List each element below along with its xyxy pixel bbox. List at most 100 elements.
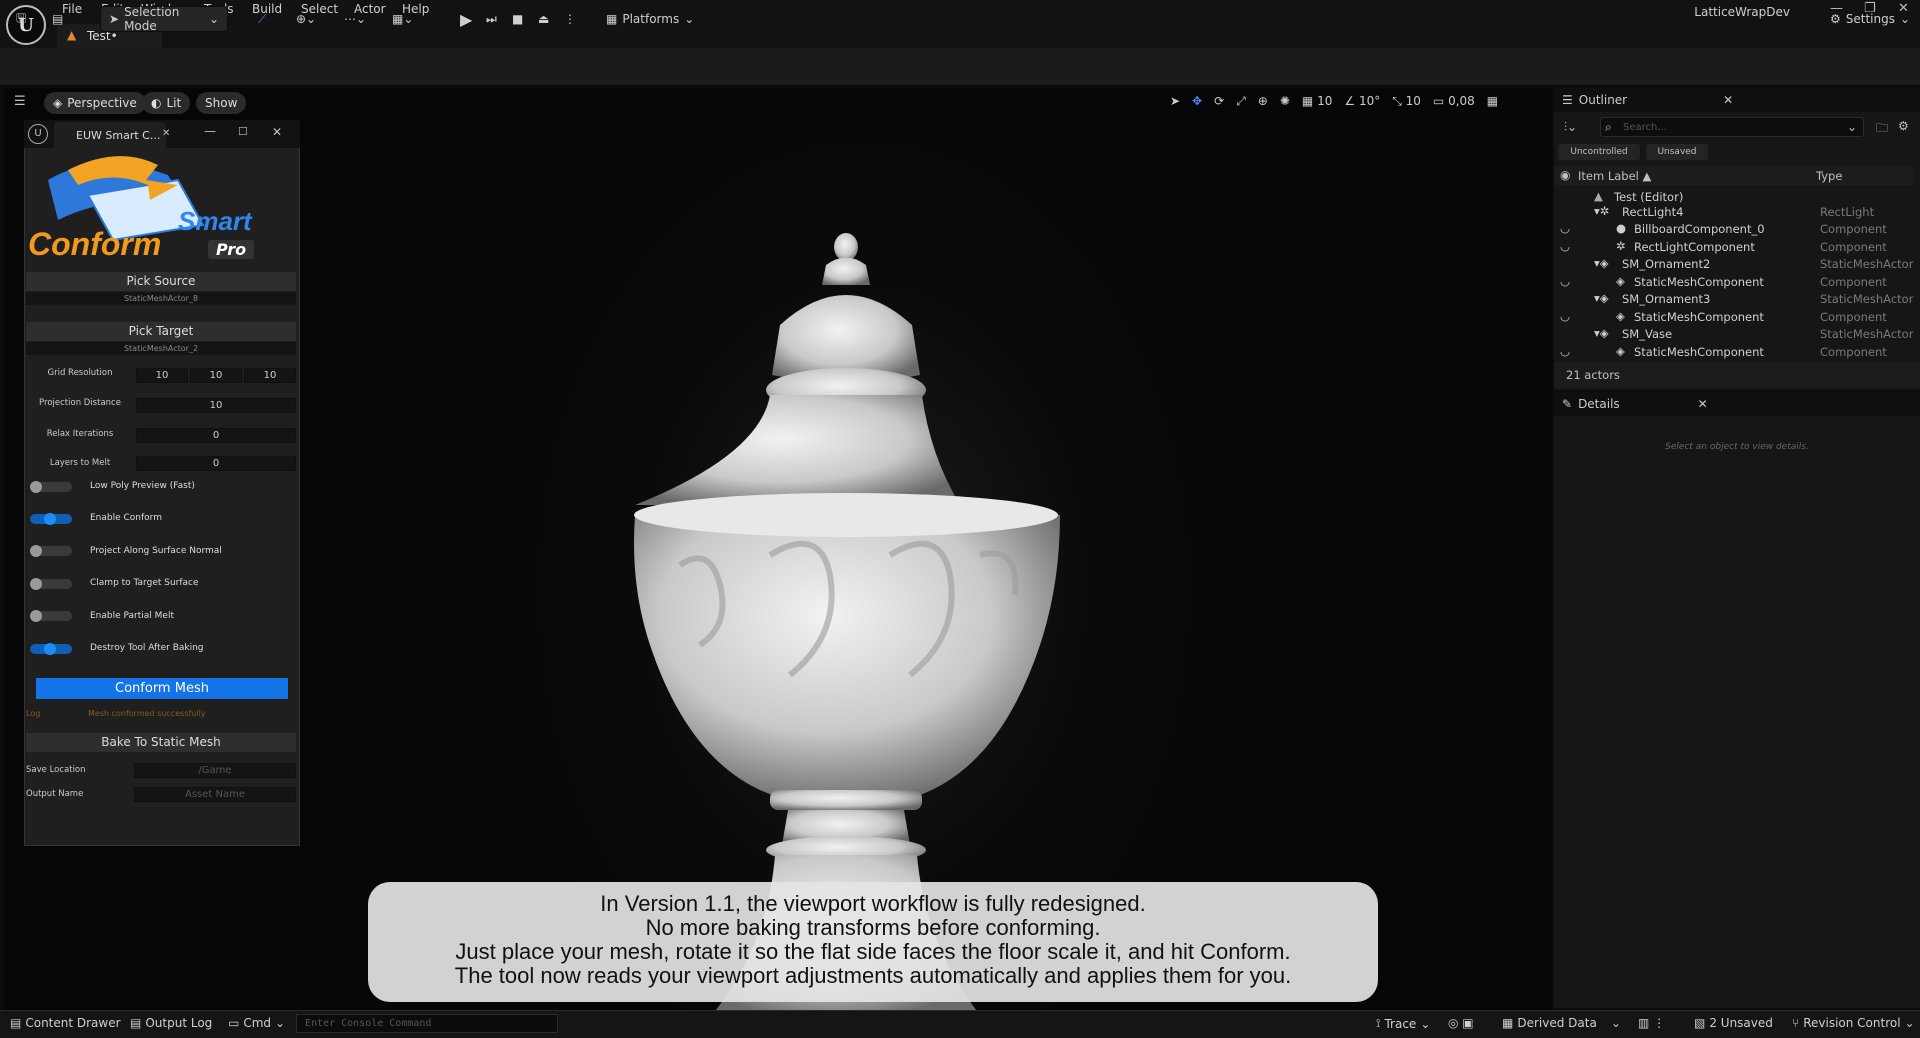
- settings-button[interactable]: ⚙ Settings ⌄: [1830, 6, 1910, 32]
- more-options-icon[interactable]: ⋮: [564, 6, 576, 32]
- outliner-row[interactable]: ◡ ◈ StaticMeshComponent Component: [1554, 343, 1914, 360]
- eye-icon[interactable]: ◡: [1560, 239, 1570, 253]
- eye-icon[interactable]: ◡: [1560, 274, 1570, 288]
- camera-speed-icon[interactable]: ▭ 0,08: [1433, 94, 1475, 109]
- expand-icon[interactable]: ▾◈: [1594, 291, 1609, 305]
- expand-icon[interactable]: ▾◈: [1594, 326, 1609, 340]
- chevron-down-icon: ⌄: [684, 12, 695, 26]
- row-type: StaticMeshActor: [1820, 327, 1914, 341]
- close-icon[interactable]: ✕: [1723, 93, 1733, 107]
- clamp-target-toggle[interactable]: [30, 578, 72, 590]
- unreal-logo-icon: U: [28, 124, 48, 144]
- content-drawer-button[interactable]: ▤ Content Drawer: [10, 1016, 121, 1030]
- destroy-tool-toggle[interactable]: [30, 643, 72, 655]
- trace-dropdown[interactable]: ⟟ Trace ⌄: [1376, 1016, 1430, 1031]
- cmd-dropdown[interactable]: ▭ Cmd ⌄: [228, 1016, 285, 1030]
- selection-mode-dropdown[interactable]: ➤ Selection Mode ⌄: [100, 5, 228, 33]
- revision-control-button[interactable]: ⑂ Revision Control ⌄: [1792, 1016, 1915, 1030]
- add-actor-icon[interactable]: ⊕⌄: [296, 6, 316, 32]
- unsaved-button[interactable]: ▧ 2 Unsaved: [1694, 1016, 1773, 1030]
- filter-icon[interactable]: ⫶⌄: [1564, 120, 1577, 135]
- menu-file[interactable]: File: [62, 2, 82, 16]
- grid-x-field[interactable]: 10: [136, 368, 188, 383]
- menu-build[interactable]: Build: [252, 2, 282, 16]
- gear-icon[interactable]: ⚙: [1898, 119, 1909, 133]
- pick-target-button[interactable]: Pick Target: [26, 322, 296, 341]
- enable-conform-toggle[interactable]: [30, 513, 72, 525]
- close-icon[interactable]: ✕: [272, 125, 282, 139]
- project-name: LatticeWrapDev: [1694, 5, 1790, 19]
- output-log-button[interactable]: ▤ Output Log: [130, 1016, 212, 1030]
- outliner-row[interactable]: ▾◈ SM_Ornament3 StaticMeshActor: [1554, 290, 1914, 307]
- cinematics-icon[interactable]: ▦⌄: [392, 6, 413, 32]
- expand-icon[interactable]: ▾✲: [1594, 204, 1609, 218]
- rotation-snap-icon[interactable]: ∠ 10°: [1344, 94, 1380, 109]
- scale-snap-icon[interactable]: ⤡ 10: [1392, 94, 1421, 109]
- add-folder-icon[interactable]: 🗀: [1876, 119, 1888, 140]
- eye-icon[interactable]: ◡: [1560, 309, 1570, 323]
- grid-y-field[interactable]: 10: [190, 368, 242, 383]
- derived-data-dropdown[interactable]: ▦ Derived Data ⌄: [1502, 1016, 1621, 1030]
- projection-distance-field[interactable]: 10: [136, 398, 296, 413]
- conform-mesh-button[interactable]: Conform Mesh: [36, 678, 288, 699]
- bake-static-mesh-button[interactable]: Bake To Static Mesh: [26, 733, 296, 752]
- layers-to-melt-field[interactable]: 0: [136, 456, 296, 471]
- platforms-dropdown[interactable]: ▦ Platforms ⌄: [606, 6, 694, 32]
- stats-icon[interactable]: ▥ ⋮: [1638, 1016, 1665, 1030]
- expand-icon[interactable]: ▾◈: [1594, 256, 1609, 270]
- output-name-field[interactable]: Asset Name: [134, 787, 296, 802]
- perspective-button[interactable]: ◈ Perspective: [44, 92, 146, 114]
- eject-icon[interactable]: ⏏: [538, 6, 549, 32]
- save-icon[interactable]: 🖫: [16, 6, 26, 32]
- move-icon[interactable]: ✥: [1192, 94, 1202, 109]
- save-location-field[interactable]: /Game: [134, 763, 296, 778]
- close-tab-icon[interactable]: ✕: [162, 128, 170, 139]
- step-icon[interactable]: ⏭: [486, 6, 497, 32]
- eye-icon[interactable]: ◡: [1560, 344, 1570, 358]
- unsaved-chip[interactable]: Unsaved: [1646, 144, 1708, 160]
- outliner-row[interactable]: ◡ ◈ StaticMeshComponent Component: [1554, 308, 1914, 325]
- modeling-icon[interactable]: ⟋: [258, 6, 266, 32]
- perspective-label: Perspective: [67, 96, 137, 110]
- row-type: Component: [1820, 222, 1887, 236]
- maximize-icon[interactable]: ☐: [238, 125, 248, 138]
- relax-iterations-field[interactable]: 0: [136, 428, 296, 443]
- hamburger-icon[interactable]: ☰: [14, 94, 26, 109]
- uncontrolled-chip[interactable]: Uncontrolled: [1558, 144, 1640, 160]
- chevron-down-icon: ⌄: [208, 12, 219, 26]
- lit-button[interactable]: ◐ Lit: [142, 92, 191, 114]
- rotate-icon[interactable]: ⟳: [1214, 94, 1224, 109]
- world-icon[interactable]: ⊕: [1258, 94, 1268, 109]
- project-normal-toggle[interactable]: [30, 545, 72, 557]
- select-cursor-icon[interactable]: ➤: [1170, 94, 1180, 109]
- show-button[interactable]: Show: [196, 92, 247, 114]
- scale-icon[interactable]: ⤢: [1236, 94, 1246, 109]
- play-icon[interactable]: ▶: [460, 6, 472, 32]
- euw-tab-bar: U EUW Smart C... ✕ — ☐ ✕: [24, 120, 300, 148]
- surface-snap-icon[interactable]: ✺: [1280, 94, 1290, 109]
- eye-icon[interactable]: ◡: [1560, 221, 1570, 235]
- minimize-icon[interactable]: —: [204, 124, 216, 138]
- layout-icon[interactable]: ▦: [1487, 94, 1498, 109]
- console-input[interactable]: Enter Console Command: [296, 1014, 558, 1033]
- grid-z-field[interactable]: 10: [244, 368, 296, 383]
- outliner-row[interactable]: ◡ ✲ RectLightComponent Component: [1554, 238, 1914, 255]
- pick-source-button[interactable]: Pick Source: [26, 272, 296, 291]
- outliner-row[interactable]: ▾✲ RectLight4 RectLight: [1554, 203, 1914, 220]
- partial-melt-toggle[interactable]: [30, 610, 72, 622]
- stop-icon[interactable]: ■: [512, 6, 523, 32]
- grid-snap-icon[interactable]: ▦ 10: [1302, 94, 1332, 109]
- low-poly-toggle[interactable]: [30, 481, 72, 493]
- outliner-search-input[interactable]: ⌕ Search... ⌄: [1600, 117, 1864, 137]
- outliner-row[interactable]: ▾◈ SM_Vase StaticMeshActor: [1554, 325, 1914, 342]
- row-type: Component: [1820, 345, 1887, 359]
- record-icon[interactable]: ◎ ▣: [1448, 1016, 1474, 1030]
- outliner-row[interactable]: ◡ ● BillboardComponent_0 Component: [1554, 220, 1914, 237]
- content-browse-icon[interactable]: ▤: [52, 6, 63, 32]
- blueprint-icon[interactable]: ⋯⌄: [344, 6, 366, 32]
- close-icon[interactable]: ✕: [1698, 397, 1708, 411]
- item-label-column[interactable]: Item Label ▲: [1578, 169, 1651, 183]
- outliner-row[interactable]: ◡ ◈ StaticMeshComponent Component: [1554, 273, 1914, 290]
- type-column[interactable]: Type: [1816, 169, 1842, 183]
- outliner-row[interactable]: ▾◈ SM_Ornament2 StaticMeshActor: [1554, 255, 1914, 272]
